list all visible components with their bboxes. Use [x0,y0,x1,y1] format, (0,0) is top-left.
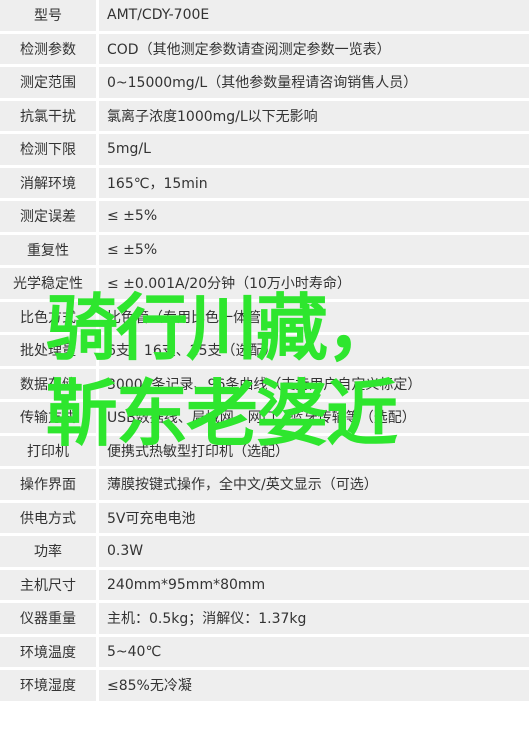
row-value: 薄膜按键式操作，全中文/英文显示（可选） [99,469,529,500]
table-row: 检测下限 5mg/L [0,134,529,165]
row-label: 环境温度 [0,636,96,667]
row-value: ≤85%无冷凝 [99,670,529,701]
row-value: 240mm*95mm*80mm [99,569,529,600]
row-label: 测定误差 [0,201,96,232]
row-value: 氯离子浓度1000mg/L以下无影响 [99,100,529,131]
row-value: 5mg/L [99,134,529,165]
table-row: 环境温度 5~40℃ [0,636,529,667]
row-value: 主机：0.5kg；消解仪：1.37kg [99,603,529,634]
row-label: 检测参数 [0,33,96,64]
row-value: 5V可充电电池 [99,502,529,533]
row-label: 环境湿度 [0,670,96,701]
table-row: 测定范围 0~15000mg/L（其他参数量程请咨询销售人员） [0,67,529,98]
table-row: 供电方式 5V可充电电池 [0,502,529,533]
table-row: 消解环境 165℃，15min [0,167,529,198]
row-label: 主机尺寸 [0,569,96,600]
row-label: 消解环境 [0,167,96,198]
table-row: 测定误差 ≤ ±5% [0,201,529,232]
row-label: 抗氯干扰 [0,100,96,131]
row-label: 型号 [0,0,96,31]
row-value: 0.3W [99,536,529,567]
row-value: COD（其他测定参数请查阅测定参数一览表） [99,33,529,64]
row-label: 检测下限 [0,134,96,165]
table-row: 型号 AMT/CDY-700E [0,0,529,31]
row-label: 操作界面 [0,469,96,500]
row-value: AMT/CDY-700E [99,0,529,31]
row-label: 测定范围 [0,67,96,98]
row-value: ≤ ±5% [99,234,529,265]
overlay-text-line2: 靳东老婆近 [46,372,398,456]
table-row: 功率 0.3W [0,536,529,567]
row-label: 重复性 [0,234,96,265]
table-row: 检测参数 COD（其他测定参数请查阅测定参数一览表） [0,33,529,64]
table-row: 重复性 ≤ ±5% [0,234,529,265]
row-label: 供电方式 [0,502,96,533]
overlay-text-line1: 骑行川藏， [46,286,398,370]
row-label: 功率 [0,536,96,567]
table-row: 仪器重量 主机：0.5kg；消解仪：1.37kg [0,603,529,634]
row-label: 仪器重量 [0,603,96,634]
table-row: 操作界面 薄膜按键式操作，全中文/英文显示（可选） [0,469,529,500]
table-row: 环境湿度 ≤85%无冷凝 [0,670,529,701]
row-value: 0~15000mg/L（其他参数量程请咨询销售人员） [99,67,529,98]
row-value: 165℃，15min [99,167,529,198]
table-row: 主机尺寸 240mm*95mm*80mm [0,569,529,600]
table-row: 抗氯干扰 氯离子浓度1000mg/L以下无影响 [0,100,529,131]
row-value: ≤ ±5% [99,201,529,232]
row-value: 5~40℃ [99,636,529,667]
